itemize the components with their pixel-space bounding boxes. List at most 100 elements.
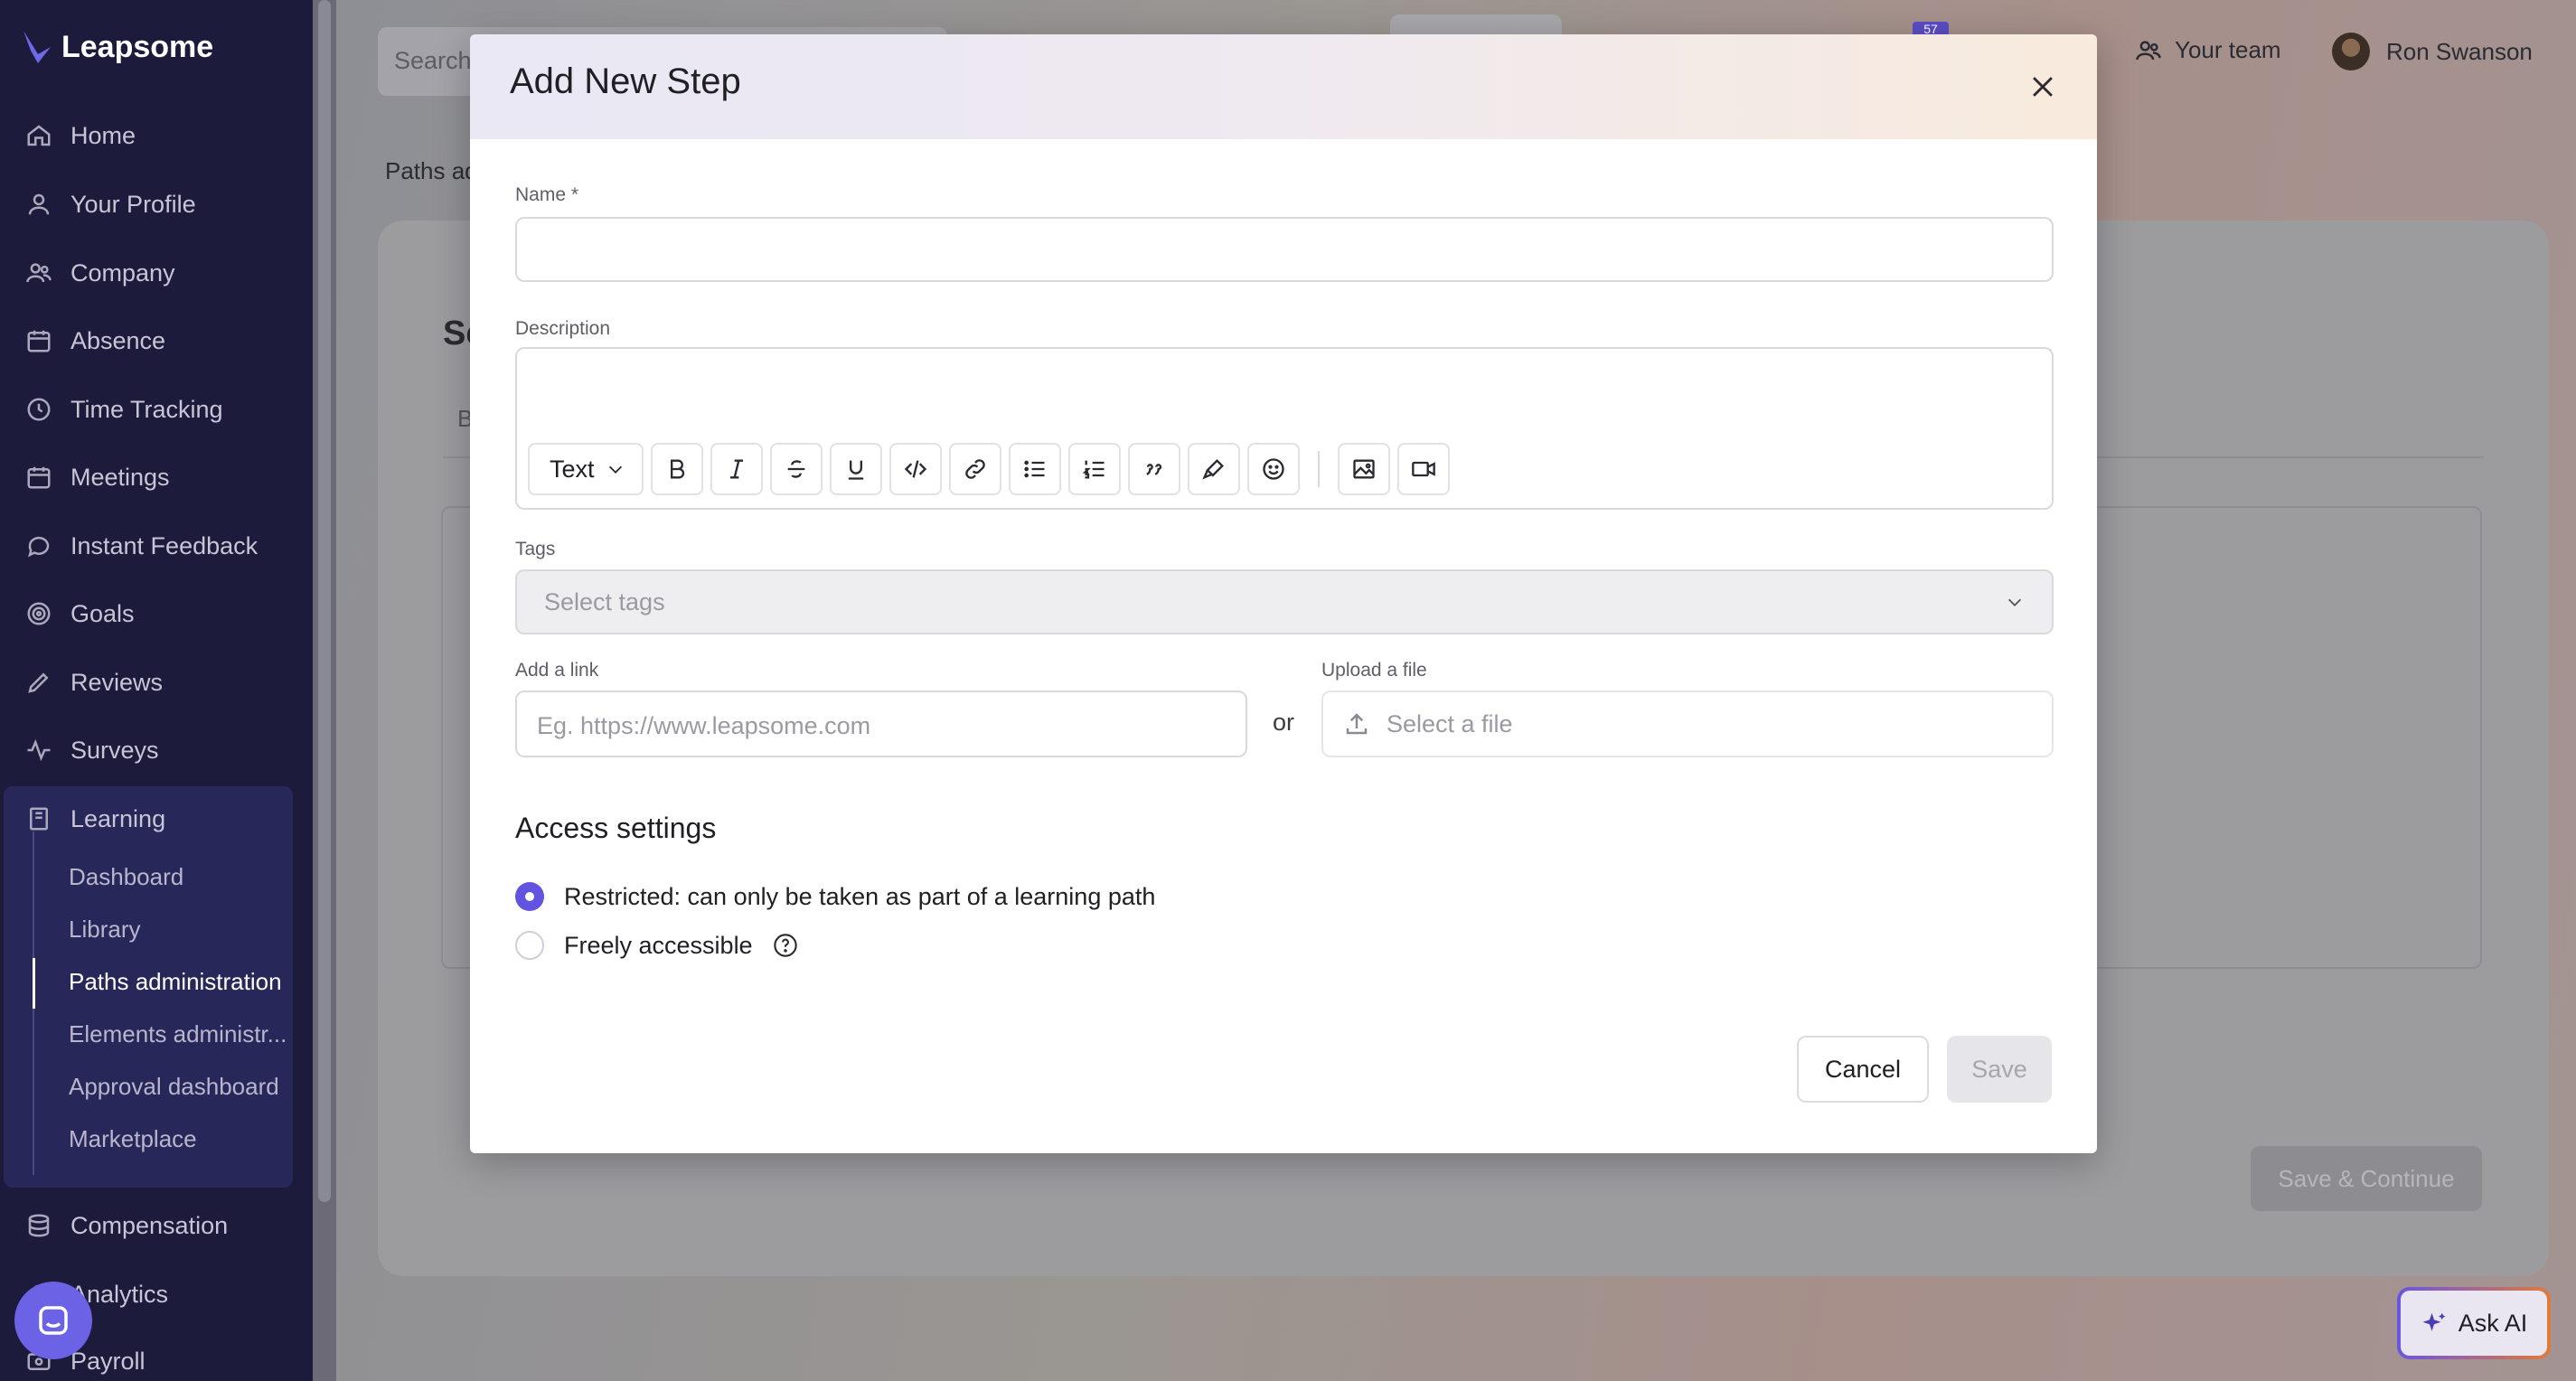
sidebar-item-label: Your Profile xyxy=(71,190,196,218)
sidebar-item-label: Reviews xyxy=(71,668,164,696)
sidebar-item-reviews[interactable]: Reviews xyxy=(25,662,163,702)
upload-icon xyxy=(1346,713,1368,735)
sidebar-item-goals[interactable]: Goals xyxy=(25,594,135,634)
tags-label: Tags xyxy=(515,539,556,559)
sidebar-item-absence[interactable]: Absence xyxy=(25,321,165,361)
name-input[interactable] xyxy=(515,217,2054,282)
sidebar-item-home[interactable]: Home xyxy=(25,116,136,155)
save-continue-button[interactable]: Save & Continue xyxy=(2251,1146,2482,1211)
text-style-dropdown[interactable]: Text xyxy=(528,443,644,495)
sidebar-subitem-dashboard[interactable]: Dashboard xyxy=(69,863,183,891)
sidebar-item-label: Absence xyxy=(71,326,166,354)
quote-icon xyxy=(1146,464,1162,475)
save-button[interactable]: Save xyxy=(1947,1036,2052,1103)
video-icon xyxy=(1412,461,1435,477)
bold-icon xyxy=(671,459,685,479)
modal-title: Add New Step xyxy=(510,61,741,101)
avatar xyxy=(2332,33,2370,70)
link-input[interactable]: Eg. https://www.leapsome.com xyxy=(515,690,1247,757)
access-option-label: Restricted: can only be taken as part of… xyxy=(564,882,1156,910)
pulse-icon xyxy=(27,738,51,762)
code-icon xyxy=(904,460,927,478)
video-button[interactable] xyxy=(1397,443,1450,495)
strikethrough-icon xyxy=(787,460,805,478)
clock-icon xyxy=(27,398,51,421)
tags-select[interactable]: Select tags xyxy=(515,569,2054,634)
bold-button[interactable] xyxy=(651,443,703,495)
close-icon xyxy=(2033,77,2053,97)
radio-restricted[interactable] xyxy=(515,882,544,911)
link-placeholder: Eg. https://www.leapsome.com xyxy=(537,712,871,739)
image-button[interactable] xyxy=(1338,443,1390,495)
leapsome-logo[interactable]: Leapsome xyxy=(20,27,213,67)
sidebar-item-label: Surveys xyxy=(71,736,159,764)
link-button[interactable] xyxy=(949,443,1001,495)
chevron-down-icon xyxy=(608,465,623,474)
user-menu[interactable]: Ron Swanson xyxy=(2332,33,2533,70)
sidebar-item-label: Compensation xyxy=(71,1211,229,1239)
sidebar-item-company[interactable]: Company xyxy=(25,253,175,293)
sidebar-subitem-elements-administration[interactable]: Elements administr... xyxy=(69,1020,287,1048)
emoji-button[interactable] xyxy=(1247,443,1300,495)
sidebar-item-compensation[interactable]: Compensation xyxy=(25,1206,228,1245)
users-icon xyxy=(2136,40,2161,60)
calendar-icon xyxy=(27,330,51,352)
your-team-link[interactable]: Your team xyxy=(2135,36,2281,64)
underline-icon xyxy=(848,460,864,480)
ask-ai-label: Ask AI xyxy=(2458,1309,2528,1337)
code-button[interactable] xyxy=(889,443,942,495)
search-placeholder: Search xyxy=(394,47,472,74)
description-label: Description xyxy=(515,318,611,339)
add-step-modal: Add New Step Name * Description Text Tag… xyxy=(470,34,2097,1153)
sidebar-item-label: Instant Feedback xyxy=(71,531,259,559)
sidebar-item-time-tracking[interactable]: Time Tracking xyxy=(25,390,223,429)
tags-placeholder: Select tags xyxy=(544,587,665,615)
access-option-label: Freely accessible xyxy=(564,931,753,959)
sidebar-item-label: Company xyxy=(71,258,175,287)
sidebar-item-meetings[interactable]: Meetings xyxy=(25,457,170,497)
sidebar-subitem-marketplace[interactable]: Marketplace xyxy=(69,1125,197,1153)
toolbar-divider xyxy=(1318,451,1320,487)
quote-button[interactable] xyxy=(1128,443,1180,495)
help-icon[interactable] xyxy=(773,933,798,958)
access-option-restricted[interactable]: Restricted: can only be taken as part of… xyxy=(515,882,1155,911)
underline-button[interactable] xyxy=(830,443,882,495)
sidebar-subitem-approval-dashboard[interactable]: Approval dashboard xyxy=(69,1073,279,1101)
home-icon xyxy=(27,125,51,146)
name-label: Name * xyxy=(515,184,579,205)
pencil-icon xyxy=(28,672,49,693)
sidebar-item-instant-feedback[interactable]: Instant Feedback xyxy=(25,526,258,566)
sidebar-item-label: Meetings xyxy=(71,463,170,491)
access-option-freely-accessible[interactable]: Freely accessible xyxy=(515,931,798,960)
sidebar-scrollbar-thumb[interactable] xyxy=(318,0,331,1202)
numbered-list-button[interactable] xyxy=(1068,443,1121,495)
radio-freely-accessible[interactable] xyxy=(515,931,544,960)
chat-icon xyxy=(28,536,50,558)
support-chat-button[interactable] xyxy=(14,1282,92,1359)
sidebar-item-learning[interactable]: Learning xyxy=(25,799,165,839)
target-icon xyxy=(27,602,51,625)
strikethrough-button[interactable] xyxy=(770,443,823,495)
bullet-list-button[interactable] xyxy=(1009,443,1061,495)
file-upload-input[interactable]: Select a file xyxy=(1321,690,2054,757)
highlight-button[interactable] xyxy=(1188,443,1240,495)
cancel-button[interactable]: Cancel xyxy=(1797,1036,1929,1103)
close-button[interactable] xyxy=(2017,61,2068,112)
ask-ai-button[interactable]: Ask AI xyxy=(2397,1287,2551,1359)
book-icon xyxy=(30,807,48,831)
link-icon xyxy=(965,459,985,479)
sidebar-item-your-profile[interactable]: Your Profile xyxy=(25,184,196,224)
sidebar-item-surveys[interactable]: Surveys xyxy=(25,730,159,770)
chevron-down-icon xyxy=(2007,598,2022,606)
emoji-icon xyxy=(1263,458,1284,480)
calendar-icon xyxy=(27,466,51,489)
bullet-list-icon xyxy=(1024,460,1045,478)
sidebar-item-label: Home xyxy=(71,121,136,149)
sidebar-item-label: Time Tracking xyxy=(71,395,223,423)
image-icon xyxy=(1353,459,1375,479)
sidebar-subitem-paths-administration[interactable]: Paths administration xyxy=(69,968,282,996)
italic-button[interactable] xyxy=(710,443,763,495)
sidebar-subitem-library[interactable]: Library xyxy=(69,916,140,944)
numbered-list-icon xyxy=(1082,460,1105,479)
breadcrumb[interactable]: Paths ad xyxy=(385,157,478,185)
